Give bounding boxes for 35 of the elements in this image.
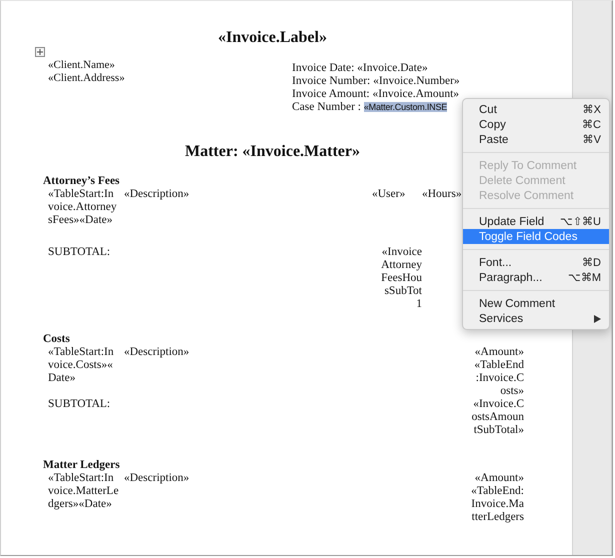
table-cell: «Invoice Attorney FeesHou sSubTot 1	[381, 246, 422, 311]
table-cell: «Amount» «TableEnd :Invoice.C osts»	[474, 346, 524, 398]
table-cell-text: «TableStart:In voice.MatterLe dgers»«Date»	[47, 472, 119, 511]
table-cell: «User»	[372, 188, 406, 201]
table-cell: «Description»	[124, 346, 190, 359]
menu-item[interactable]: Toggle Field Codes	[463, 229, 609, 244]
invoice-info-line: Invoice Amount: «Invoice.Amount»	[292, 88, 460, 101]
invoice-info-line: Case Number : «Matter.Custom.INSE	[292, 101, 448, 114]
table-cell: «Invoice.C ostsAmoun tSubTotal»	[472, 398, 524, 437]
menu-item[interactable]: Services	[463, 311, 609, 326]
matter-heading: Matter: «Invoice.Matter»	[184, 143, 362, 161]
table-cell-text: SUBTOTAL:	[47, 246, 110, 259]
invoice-info-line: Invoice Date: «Invoice.Date»	[292, 62, 428, 75]
menu-item[interactable]: Cut ⌘X	[463, 102, 609, 117]
section-heading: Attorney’s Fees	[43, 175, 120, 188]
menu-item[interactable]: New Comment	[463, 296, 609, 311]
table-cell-text: «TableStart:In voice.Costs»« Date»	[47, 346, 114, 385]
table-cell-text: SUBTOTAL:	[47, 398, 110, 411]
invoice-info-line: Invoice Number: «Invoice.Number»	[292, 75, 460, 88]
client-field: «Client.Address»	[48, 72, 292, 85]
table-cell: «Hours»	[422, 188, 462, 201]
table-cell-text: «TableStart:In voice.Attorney sFees»«Date»	[47, 188, 117, 227]
section-heading: Matter Ledgers	[43, 459, 120, 472]
move-handle-icon[interactable]	[35, 47, 45, 57]
document-title: «Invoice.Label»	[217, 29, 328, 47]
table-cell: «Description»	[124, 472, 190, 485]
menu-item[interactable]: Copy ⌘C	[463, 117, 609, 132]
section-heading: Costs	[43, 333, 70, 346]
menu-item[interactable]: Paragraph... ⌥⌘M	[463, 270, 609, 285]
table-cell: «Description»	[124, 188, 190, 201]
menu-item[interactable]: Paste ⌘V	[463, 132, 609, 147]
menu-item[interactable]: Font... ⌘D	[463, 255, 609, 270]
menu-item[interactable]: Update Field ⌥⇧⌘U	[463, 214, 609, 229]
client-field: «Client.Name»	[48, 59, 292, 72]
table-cell: «Amount» «TableEnd: Invoice.Ma tterLedgers	[471, 472, 524, 524]
